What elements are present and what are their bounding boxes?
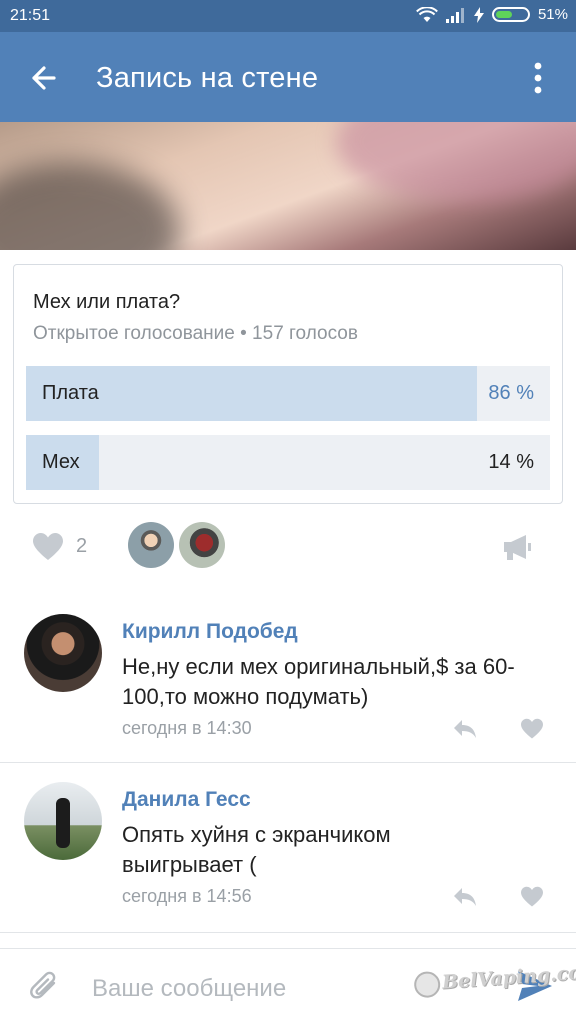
like-count: 2 [76,535,88,557]
paperclip-icon[interactable] [28,969,62,1005]
poll-option-plata[interactable]: Плата 86 % [26,366,550,421]
poll-card: Мех или плата? Открытое голосование • 15… [13,264,563,504]
photo-shadow [0,162,180,250]
poll-option-label: Плата [42,382,99,404]
comment-author[interactable]: Данила Гесс [122,788,251,812]
poll-option-percent: 86 % [488,382,534,404]
comment-text: Не,ну если мех оригинальный,$ за 60-100,… [122,654,515,709]
photo-highlight [336,122,576,202]
charging-icon [473,6,484,23]
reply-icon[interactable] [452,886,478,908]
comment-time: сегодня в 14:30 [122,718,252,738]
battery-percent: 51% [537,6,568,23]
poll-question: Мех или плата? [33,291,181,313]
smiley-icon [413,970,442,999]
megaphone-icon[interactable] [502,533,532,561]
comment-time: сегодня в 14:56 [122,886,252,906]
avatar[interactable] [24,614,102,692]
poll-option-percent: 14 % [488,451,534,473]
page-title: Запись на стене [96,62,319,94]
post-actions: 2 [0,518,576,578]
comment-item: Кирилл Подобед Не,ну если мех оригинальн… [0,600,576,760]
post-photo[interactable] [0,122,576,250]
battery-icon [491,7,530,22]
status-time: 21:51 [10,7,51,24]
status-icons: 51% [416,6,568,23]
app-bar: Запись на стене [0,32,576,122]
comment-item: Данила Гесс Опять хуйня с экранчиком выи… [0,768,576,928]
more-vertical-icon[interactable] [526,60,550,96]
poll-option-label: Мех [42,451,80,473]
heart-icon[interactable] [32,532,64,562]
arrow-left-icon[interactable] [24,58,64,98]
signal-icon [445,7,464,23]
comment-author[interactable]: Кирилл Подобед [122,620,298,644]
liker-avatar[interactable] [128,522,174,568]
divider [0,762,576,763]
liker-avatar[interactable] [179,522,225,568]
poll-meta: Открытое голосование • 157 голосов [33,323,358,344]
status-bar: 21:51 51% [0,0,576,32]
comment-text: Опять хуйня с экранчиком выигрывает ( [122,822,391,877]
divider [0,932,576,933]
heart-icon[interactable] [520,886,544,908]
poll-option-mekh[interactable]: Мех 14 % [26,435,550,490]
heart-icon[interactable] [520,718,544,740]
reply-icon[interactable] [452,718,478,740]
avatar[interactable] [24,782,102,860]
wifi-icon [416,6,438,22]
